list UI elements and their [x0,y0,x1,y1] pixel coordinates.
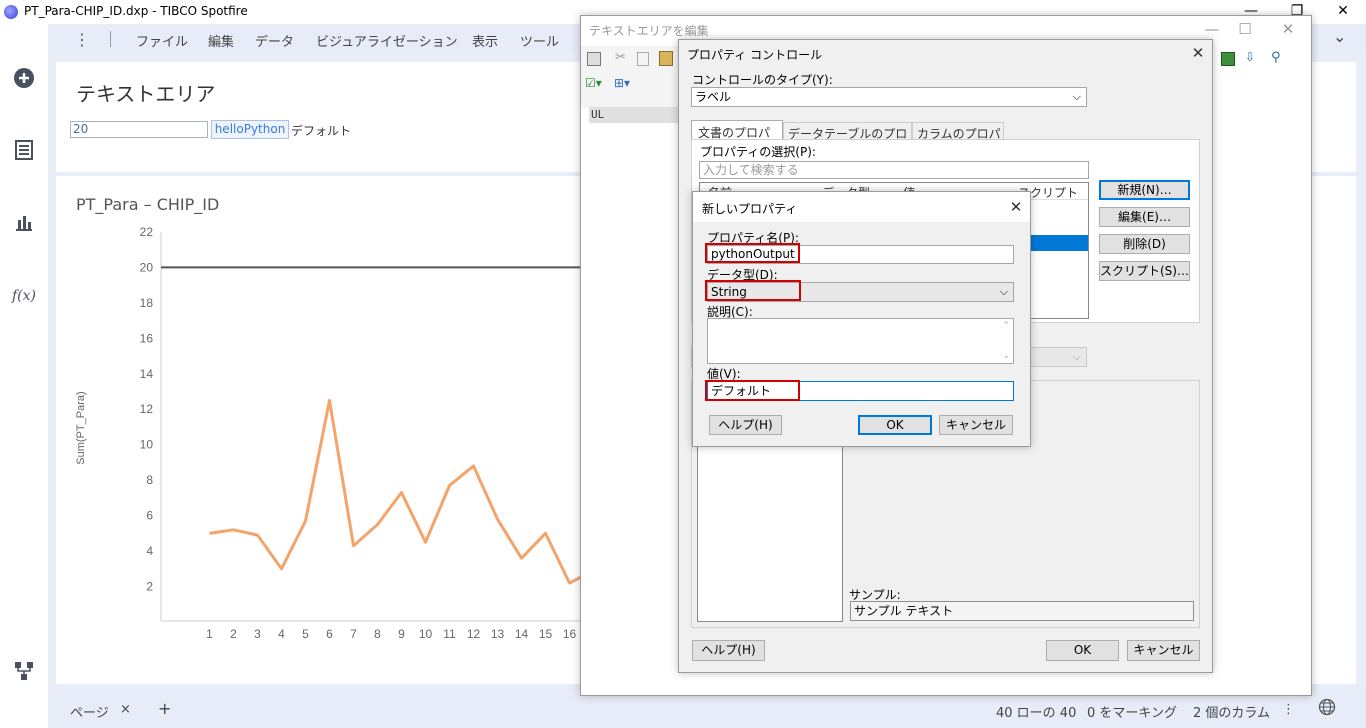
new-property-dialog: 新しいプロパティ ✕ プロパティ名(P): pythonOutput データ型(… [692,191,1031,447]
new-property-dialog-title: 新しいプロパティ [702,202,798,216]
x-tick-label: 9 [398,627,405,641]
x-tick-label: 2 [230,627,237,641]
x-tick-label: 1 [206,627,213,641]
add-page-icon[interactable]: + [158,699,171,718]
property-cancel-button[interactable]: キャンセル [1127,640,1200,661]
settings-list[interactable] [697,440,843,622]
more-options-icon[interactable]: ⋮ [1282,702,1295,717]
filter-insert-icon[interactable]: ⇩ [1245,50,1255,64]
select-property-label: プロパティの選択(P): [700,145,816,159]
new-property-ok-button[interactable]: OK [858,415,932,435]
chevron-down-icon: ⌵ [1072,90,1081,103]
edit-close-icon[interactable]: ✕ [1274,20,1302,38]
y-tick-label: 18 [140,296,154,310]
visualization-insert-icon[interactable] [1221,52,1235,66]
marking-count: 0 をマーキング [1087,706,1178,721]
x-tick-label: 12 [467,627,481,641]
x-tick-label: 6 [326,627,333,641]
x-tick-label: 10 [419,627,433,641]
control-type-select[interactable]: ラベル ⌵ [691,87,1087,107]
x-tick-label: 13 [491,627,505,641]
column-count: 2 個のカラム [1193,706,1271,721]
tab-data-table-properties[interactable]: データテーブルのプロパティ [783,122,912,158]
y-tick-label: 2 [146,580,153,594]
highlight-data-type [705,280,801,301]
globe-icon[interactable] [1318,698,1336,719]
editor-text[interactable]: UL [591,108,604,121]
edit-property-button[interactable]: 編集(E)… [1099,207,1190,227]
property-help-button[interactable]: ヘルプ(H) [692,640,765,661]
row-count: 40 ローの 40 [996,706,1077,721]
y-tick-label: 16 [140,331,154,345]
delete-property-button[interactable]: 削除(D) [1099,234,1190,254]
x-tick-label: 15 [539,627,553,641]
property-dialog-close-icon[interactable]: ✕ [1184,44,1212,62]
highlight-value [705,380,800,401]
edit-maximize-icon[interactable]: ☐ [1231,20,1259,38]
copy-icon[interactable] [637,52,649,66]
page-tab[interactable]: ページ [70,702,109,721]
property-dialog-title: プロパティ コントロール [687,48,823,62]
x-tick-label: 7 [350,627,357,641]
scroll-up-icon[interactable]: ⌃ [1002,321,1010,331]
y-tick-label: 8 [146,473,153,487]
new-property-cancel-button[interactable]: キャンセル [939,415,1013,435]
x-tick-label: 11 [443,627,456,641]
x-tick-label: 5 [302,627,309,641]
cut-icon[interactable]: ✂ [615,50,626,65]
script-button[interactable]: スクリプト(S)… [1099,261,1190,281]
y-tick-label: 12 [140,402,154,416]
y-tick-label: 6 [146,509,153,523]
property-ok-button[interactable]: OK [1046,640,1119,661]
chevron-down-icon: ⌵ [999,285,1008,298]
series-line [209,398,595,585]
paste-icon[interactable] [659,51,673,66]
y-axis-label: Sum(PT_Para) [75,391,87,464]
edit-dialog-title: テキストエリアを編集 [589,24,709,38]
control-type-value: ラベル [695,90,732,104]
new-property-button[interactable]: 新規(N)… [1099,180,1190,200]
highlight-property-name [705,243,800,263]
save-icon[interactable] [587,52,601,66]
edit-minimize-icon[interactable]: — [1198,20,1226,38]
y-tick-label: 22 [140,225,154,239]
y-tick-label: 20 [140,260,154,274]
scroll-down-icon[interactable]: ⌄ [1002,351,1010,361]
sample-text: サンプル テキスト [850,601,1194,621]
x-tick-label: 8 [374,627,381,641]
filter-icon[interactable]: ⚲ [1271,50,1281,65]
x-tick-label: 3 [254,627,261,641]
page-tab-close-icon[interactable]: × [120,702,131,717]
y-tick-label: 14 [140,367,154,381]
tab-column-properties[interactable]: カラムのプロパティ [912,122,1004,158]
insert-property-icon[interactable]: ⊞▾ [614,76,630,90]
x-tick-label: 14 [515,627,529,641]
control-type-label: コントロールのタイプ(Y): [692,73,833,87]
description-textarea[interactable]: ⌃ ⌄ [707,318,1014,364]
new-property-close-icon[interactable]: ✕ [1002,198,1030,216]
insert-control-icon[interactable]: ☑▾ [585,76,602,90]
chevron-down-icon: ⌵ [1072,350,1081,363]
y-tick-label: 4 [146,544,153,558]
x-tick-label: 16 [563,627,577,641]
property-search-input[interactable]: 入力して検索する [699,161,1089,179]
tab-document-properties[interactable]: 文書のプロパティ [691,120,783,157]
x-tick-label: 4 [278,627,285,641]
new-property-help-button[interactable]: ヘルプ(H) [709,415,782,435]
y-tick-label: 10 [140,438,154,452]
